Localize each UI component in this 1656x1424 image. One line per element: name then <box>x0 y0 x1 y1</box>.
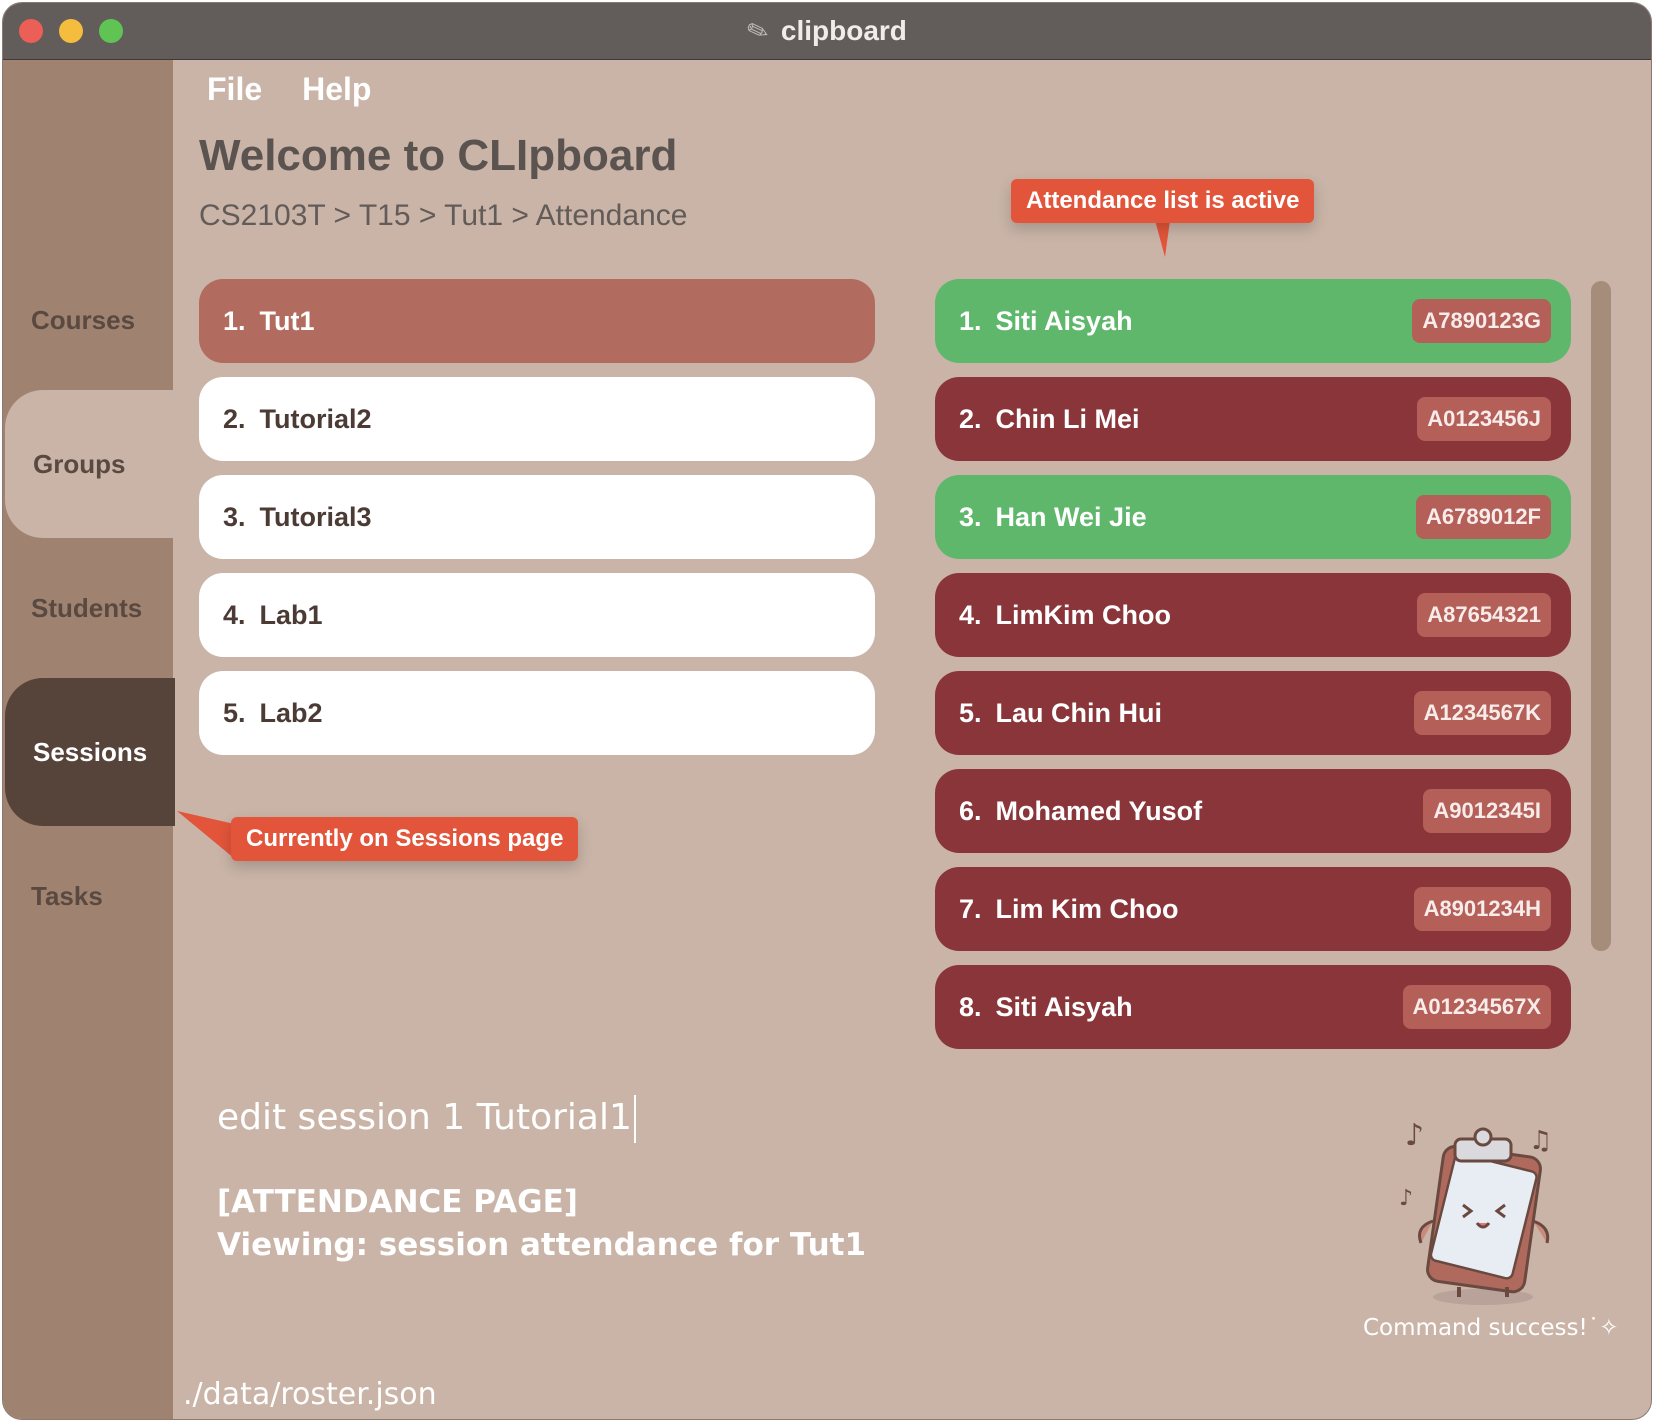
student-name: Chin Li Mei <box>995 403 1140 434</box>
attendance-item-3[interactable]: 3. Han Wei Jie A6789012F <box>935 475 1571 559</box>
list-item-number: 1. <box>959 305 982 336</box>
sidebar-item-groups[interactable]: Groups <box>5 390 175 538</box>
student-name: Mohamed Yusof <box>995 795 1203 826</box>
session-name: Tutorial3 <box>259 501 372 532</box>
student-id-badge: A1234567K <box>1413 691 1551 735</box>
student-name: Siti Aisyah <box>995 305 1133 336</box>
student-id-badge: A01234567X <box>1402 985 1551 1029</box>
student-id-badge: A6789012F <box>1416 495 1551 539</box>
list-item-number: 5. <box>223 697 246 728</box>
title-bar: ✎ clipboard <box>3 3 1651 60</box>
session-item-1[interactable]: 1. Tut1 <box>199 279 875 363</box>
menu-file[interactable]: File <box>207 71 262 108</box>
list-item-number: 3. <box>223 501 246 532</box>
list-item-number: 2. <box>959 403 982 434</box>
attendance-item-7[interactable]: 7. Lim Kim Choo A8901234H <box>935 867 1571 951</box>
window-title-text: clipboard <box>780 15 907 46</box>
student-name: Han Wei Jie <box>995 501 1147 532</box>
svg-text:♪: ♪ <box>1399 1186 1413 1211</box>
list-item-number: 1. <box>223 305 246 336</box>
attendance-item-4[interactable]: 4. LimKim Choo A87654321 <box>935 573 1571 657</box>
session-name: Lab2 <box>259 697 323 728</box>
command-text: edit session 1 Tutorial1 <box>217 1097 632 1138</box>
menu-bar: File Help <box>207 71 371 108</box>
app-window: ✎ clipboard Courses Groups Students Sess… <box>2 2 1652 1420</box>
svg-text:♫: ♫ <box>1529 1126 1552 1156</box>
student-name: Siti Aisyah <box>995 991 1133 1022</box>
clipboard-app-icon: ✎ <box>742 12 774 49</box>
menu-help[interactable]: Help <box>302 71 371 108</box>
svg-text:♪: ♪ <box>1405 1118 1424 1153</box>
page-title: Welcome to CLIpboard <box>199 131 678 180</box>
student-id-badge: A9012345I <box>1423 789 1551 833</box>
sidebar-item-tasks[interactable]: Tasks <box>3 822 173 970</box>
window-title: ✎ clipboard <box>3 3 1651 59</box>
session-item-4[interactable]: 4. Lab1 <box>199 573 875 657</box>
attendance-item-2[interactable]: 2. Chin Li Mei A0123456J <box>935 377 1571 461</box>
student-id-badge: A8901234H <box>1413 887 1551 931</box>
session-name: Tutorial2 <box>259 403 372 434</box>
breadcrumb: CS2103T > T15 > Tut1 > Attendance <box>199 199 688 232</box>
student-name: LimKim Choo <box>995 599 1172 630</box>
session-item-2[interactable]: 2. Tutorial2 <box>199 377 875 461</box>
sidebar-item-students[interactable]: Students <box>3 534 173 682</box>
list-item-number: 8. <box>959 991 982 1022</box>
text-cursor <box>633 1095 636 1143</box>
list-item-number: 3. <box>959 501 982 532</box>
storage-path: ./data/roster.json <box>183 1377 437 1412</box>
attendance-item-6[interactable]: 6. Mohamed Yusof A9012345I <box>935 769 1571 853</box>
list-item-number: 5. <box>959 697 982 728</box>
mascot-caption: Command success!˙✧ <box>1363 1315 1619 1341</box>
list-item-number: 7. <box>959 893 982 924</box>
result-line-2: Viewing: session attendance for Tut1 <box>217 1227 867 1263</box>
attendance-item-5[interactable]: 5. Lau Chin Hui A1234567K <box>935 671 1571 755</box>
clipboard-mascot-icon: ♪ ♫ ♪ <box>1399 1118 1552 1305</box>
callout-attendance-active: Attendance list is active <box>1011 179 1315 223</box>
student-name: Lau Chin Hui <box>995 697 1163 728</box>
list-item-number: 4. <box>223 599 246 630</box>
callout-arrow-side <box>177 811 239 859</box>
session-item-3[interactable]: 3. Tutorial3 <box>199 475 875 559</box>
attendance-item-8[interactable]: 8. Siti Aisyah A01234567X <box>935 965 1571 1049</box>
callout-sessions-page: Currently on Sessions page <box>231 817 579 861</box>
student-id-badge: A0123456J <box>1417 397 1551 441</box>
session-name: Lab1 <box>259 599 323 630</box>
sidebar: Courses Groups Students Sessions Tasks <box>3 60 175 1419</box>
student-name: Lim Kim Choo <box>995 893 1179 924</box>
sidebar-item-sessions[interactable]: Sessions <box>5 678 175 826</box>
result-display: [ATTENDANCE PAGE] Viewing: session atten… <box>217 1181 866 1267</box>
attendance-item-1[interactable]: 1. Siti Aisyah A7890123G <box>935 279 1571 363</box>
attendance-scrollbar[interactable] <box>1591 281 1611 951</box>
student-id-badge: A87654321 <box>1417 593 1551 637</box>
student-id-badge: A7890123G <box>1412 299 1551 343</box>
list-item-number: 4. <box>959 599 982 630</box>
result-line-1: [ATTENDANCE PAGE] <box>217 1184 578 1220</box>
sidebar-item-courses[interactable]: Courses <box>3 246 173 394</box>
session-item-5[interactable]: 5. Lab2 <box>199 671 875 755</box>
session-name: Tut1 <box>259 305 315 336</box>
list-item-number: 6. <box>959 795 982 826</box>
command-input[interactable]: edit session 1 Tutorial1 <box>217 1095 636 1143</box>
list-item-number: 2. <box>223 403 246 434</box>
